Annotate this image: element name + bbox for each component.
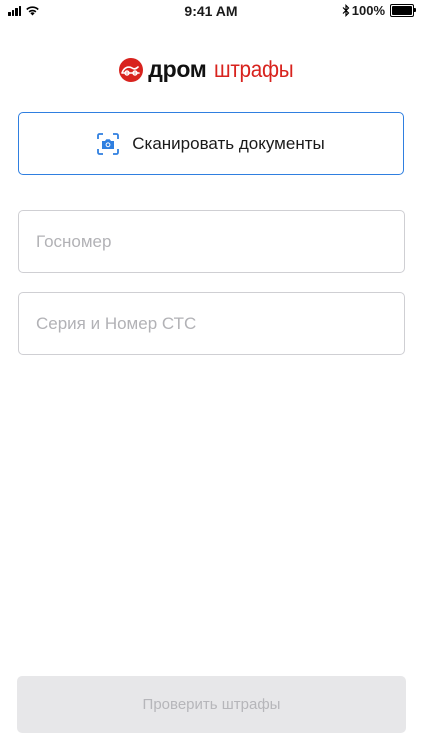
sts-number-field[interactable] [18, 292, 405, 355]
bluetooth-icon [342, 4, 350, 17]
sts-number-input[interactable] [19, 293, 404, 354]
camera-scan-icon [97, 132, 120, 155]
scan-documents-label: Сканировать документы [132, 133, 325, 153]
logo-brand-text: дром [148, 56, 207, 82]
scan-documents-button[interactable]: Сканировать документы [18, 112, 404, 175]
check-fines-button[interactable]: Проверить штрафы [17, 676, 406, 733]
logo-product-text: штрафы [214, 56, 294, 82]
status-bar: 9:41 AM 100% [0, 0, 422, 22]
plate-number-input[interactable] [19, 211, 404, 272]
plate-number-field[interactable] [18, 210, 405, 273]
check-fines-label: Проверить штрафы [142, 696, 281, 713]
battery-icon [390, 4, 416, 17]
battery-percent: 100% [351, 3, 385, 18]
drom-logo-icon [119, 57, 144, 82]
app-logo: дром штрафы [0, 56, 422, 83]
battery-fill [392, 6, 412, 15]
status-right: 100% [342, 3, 416, 18]
